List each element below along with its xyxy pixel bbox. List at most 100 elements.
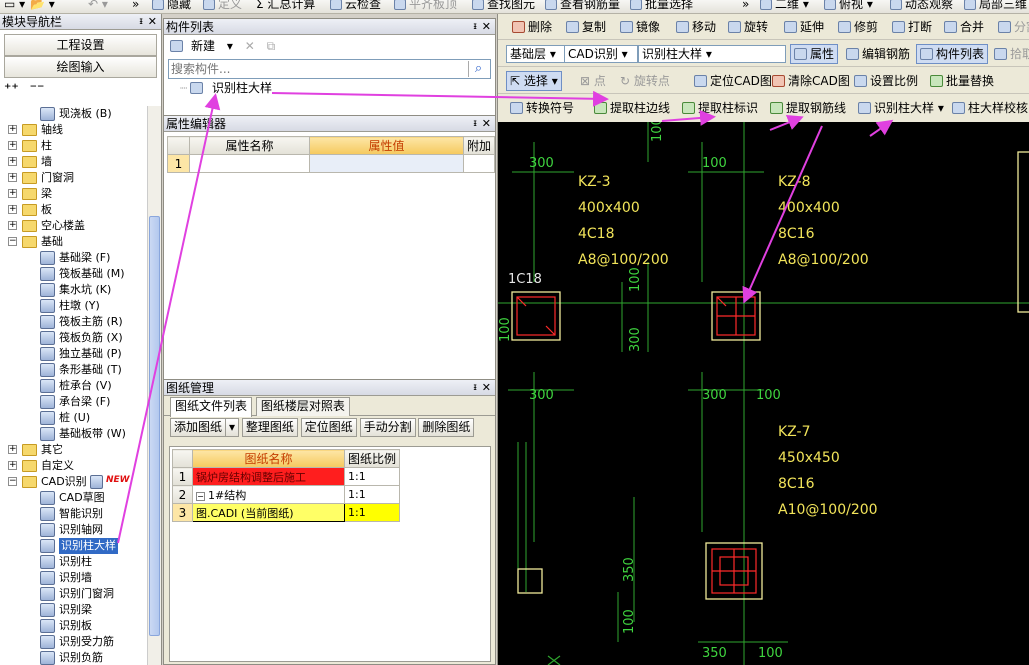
tree-item[interactable]: 识别受力筋 <box>0 634 146 650</box>
tree-folder[interactable]: + 其它 <box>0 442 146 458</box>
select-button[interactable]: ⇱ 选择 ▾ <box>506 71 562 91</box>
pick-button[interactable]: 拾取 <box>994 45 1029 63</box>
define-button[interactable]: 定义 <box>203 0 242 11</box>
collapse-icon[interactable]: − <box>8 237 17 246</box>
tab-drawing-files[interactable]: 图纸文件列表 <box>170 397 253 417</box>
tree-item[interactable]: 柱墩 (Y) <box>0 298 146 314</box>
pin-icon[interactable]: ᵻ <box>473 116 477 132</box>
rotate-point-button[interactable]: ↻ 旋转点 <box>620 72 670 90</box>
copy-icon[interactable]: ⧉ <box>267 39 276 53</box>
doc-icon[interactable]: ▭ ▾ <box>4 0 25 11</box>
tree-item[interactable]: 识别柱大样 <box>0 538 146 554</box>
close-icon[interactable]: ✕ <box>482 380 491 396</box>
component-item[interactable]: ┈ 识别柱大样 <box>164 79 495 97</box>
orbit-button[interactable]: 动态观察 <box>890 0 953 11</box>
tree-folder[interactable]: + 轴线 <box>0 122 146 138</box>
tree-item[interactable]: 识别负筋 <box>0 650 146 665</box>
tree-item[interactable]: 条形基础 (T) <box>0 362 146 378</box>
identify-col-detail-button[interactable]: 识别柱大样 ▾ <box>858 99 944 117</box>
rotate-button[interactable]: 旋转 <box>728 18 768 36</box>
col-detail-check-button[interactable]: 柱大样校核 <box>952 99 1028 117</box>
delete-drawing-button[interactable]: 删除图纸 <box>418 418 475 437</box>
component-select[interactable]: 识别柱大样 ▾ <box>638 45 786 63</box>
table-row[interactable]: 2 −1#结构 1:1 <box>172 485 401 504</box>
tree-item[interactable]: 识别板 <box>0 618 146 634</box>
new-button[interactable]: 新建 ▾ <box>170 39 233 53</box>
expand-all-icon[interactable]: ⁺⁺ <box>4 81 19 97</box>
search-input[interactable] <box>169 60 449 78</box>
tree-item[interactable]: 桩承台 (V) <box>0 378 146 394</box>
expand-icon[interactable]: + <box>8 221 17 230</box>
extract-col-edge-button[interactable]: 提取柱边线 <box>594 99 670 117</box>
tree-item[interactable]: 识别门窗洞 <box>0 586 146 602</box>
clear-cad-button[interactable]: 清除CAD图 <box>772 72 850 90</box>
cad-select[interactable]: CAD识别 ▾ <box>564 45 638 63</box>
prop-extra-cell[interactable] <box>462 154 495 173</box>
tree-item[interactable]: 识别轴网 <box>0 522 146 538</box>
close-icon[interactable]: ✕ <box>482 19 491 35</box>
tree-item[interactable]: CAD草图 <box>0 490 146 506</box>
tree-item[interactable]: 筏板基础 (M) <box>0 266 146 282</box>
locate-cad-button[interactable]: 定位CAD图 <box>694 72 772 90</box>
tree-item[interactable]: 集水坑 (K) <box>0 282 146 298</box>
copy-button[interactable]: 复制 <box>566 18 606 36</box>
scroll-thumb[interactable] <box>149 216 160 636</box>
expand-icon[interactable]: + <box>8 445 17 454</box>
view-2d-button[interactable]: 二维 ▾ <box>760 0 809 11</box>
tree-item[interactable]: 承台梁 (F) <box>0 394 146 410</box>
engineering-settings-button[interactable]: 工程设置 <box>4 34 157 56</box>
tree-folder[interactable]: + 梁 <box>0 186 146 202</box>
expand-icon[interactable]: + <box>8 157 17 166</box>
tree-folder[interactable]: + 空心楼盖 <box>0 218 146 234</box>
sum-calc-button[interactable]: Σ 汇总计算 <box>256 0 315 11</box>
tree-folder[interactable]: − CAD识别 NEW <box>0 474 146 490</box>
merge-button[interactable]: 合并 <box>944 18 984 36</box>
top-view-button[interactable]: 俯视 ▾ <box>824 0 873 11</box>
expand-icon[interactable]: + <box>8 461 17 470</box>
cad-canvas[interactable]: 300 100 100 1C18 100 300 100 300 300 100… <box>497 122 1029 665</box>
delete-button[interactable]: 删除 <box>512 18 552 36</box>
table-row[interactable]: 3 图.CADI (当前图纸) 1:1 <box>172 503 401 522</box>
tree-item[interactable]: 识别柱 <box>0 554 146 570</box>
tree-folder[interactable]: + 板 <box>0 202 146 218</box>
collapse-icon[interactable]: − <box>8 477 17 486</box>
prop-value-cell[interactable] <box>308 154 464 173</box>
tree-item[interactable]: 智能识别 <box>0 506 146 522</box>
collapse-icon[interactable]: − <box>196 491 205 501</box>
component-list-button[interactable]: 构件列表 <box>916 44 989 64</box>
trim-button[interactable]: 修剪 <box>838 18 878 36</box>
tree-item[interactable]: 筏板主筋 (R) <box>0 314 146 330</box>
set-scale-button[interactable]: 设置比例 <box>854 72 918 90</box>
expand-icon[interactable]: + <box>8 141 17 150</box>
pin-icon[interactable]: ᵻ <box>473 19 477 35</box>
hide-button[interactable]: 隐藏 <box>152 0 191 11</box>
manual-split-button[interactable]: 手动分割 <box>359 418 416 437</box>
pin-icon[interactable]: ᵻ <box>139 14 143 30</box>
tree-folder[interactable]: − 基础 <box>0 234 146 250</box>
left-scrollbar[interactable] <box>147 106 161 665</box>
close-icon[interactable]: ✕ <box>482 116 491 132</box>
extract-rebar-line-button[interactable]: 提取钢筋线 <box>770 99 846 117</box>
local-3d-button[interactable]: 局部三维 <box>964 0 1027 11</box>
organize-drawing-button[interactable]: 整理图纸 <box>241 418 298 437</box>
split-button[interactable]: 分割 <box>998 18 1029 36</box>
find-element-button[interactable]: 查找图元 <box>472 0 535 11</box>
flush-top-button[interactable]: 平齐板顶 <box>394 0 457 11</box>
break-button[interactable]: 打断 <box>892 18 932 36</box>
extract-col-mark-button[interactable]: 提取柱标识 <box>682 99 758 117</box>
cloud-check-button[interactable]: 云检查 <box>330 0 381 11</box>
expand-icon[interactable]: + <box>8 205 17 214</box>
edit-rebar-button[interactable]: 编辑钢筋 <box>846 45 910 63</box>
open-icon[interactable]: 📂 ▾ <box>30 0 55 11</box>
add-drawing-button[interactable]: 添加图纸 <box>170 418 227 437</box>
move-button[interactable]: 移动 <box>676 18 716 36</box>
add-drawing-dropdown[interactable]: ▾ <box>225 418 240 437</box>
property-button[interactable]: 属性 <box>790 44 839 64</box>
expand-icon[interactable]: + <box>8 173 17 182</box>
tab-floor-mapping[interactable]: 图纸楼层对照表 <box>255 397 350 416</box>
tree-item[interactable]: 识别墙 <box>0 570 146 586</box>
tree-folder[interactable]: + 墙 <box>0 154 146 170</box>
tree-folder[interactable]: + 柱 <box>0 138 146 154</box>
collapse-all-icon[interactable]: ⁻⁻ <box>30 81 45 97</box>
tree-item[interactable]: 桩 (U) <box>0 410 146 426</box>
